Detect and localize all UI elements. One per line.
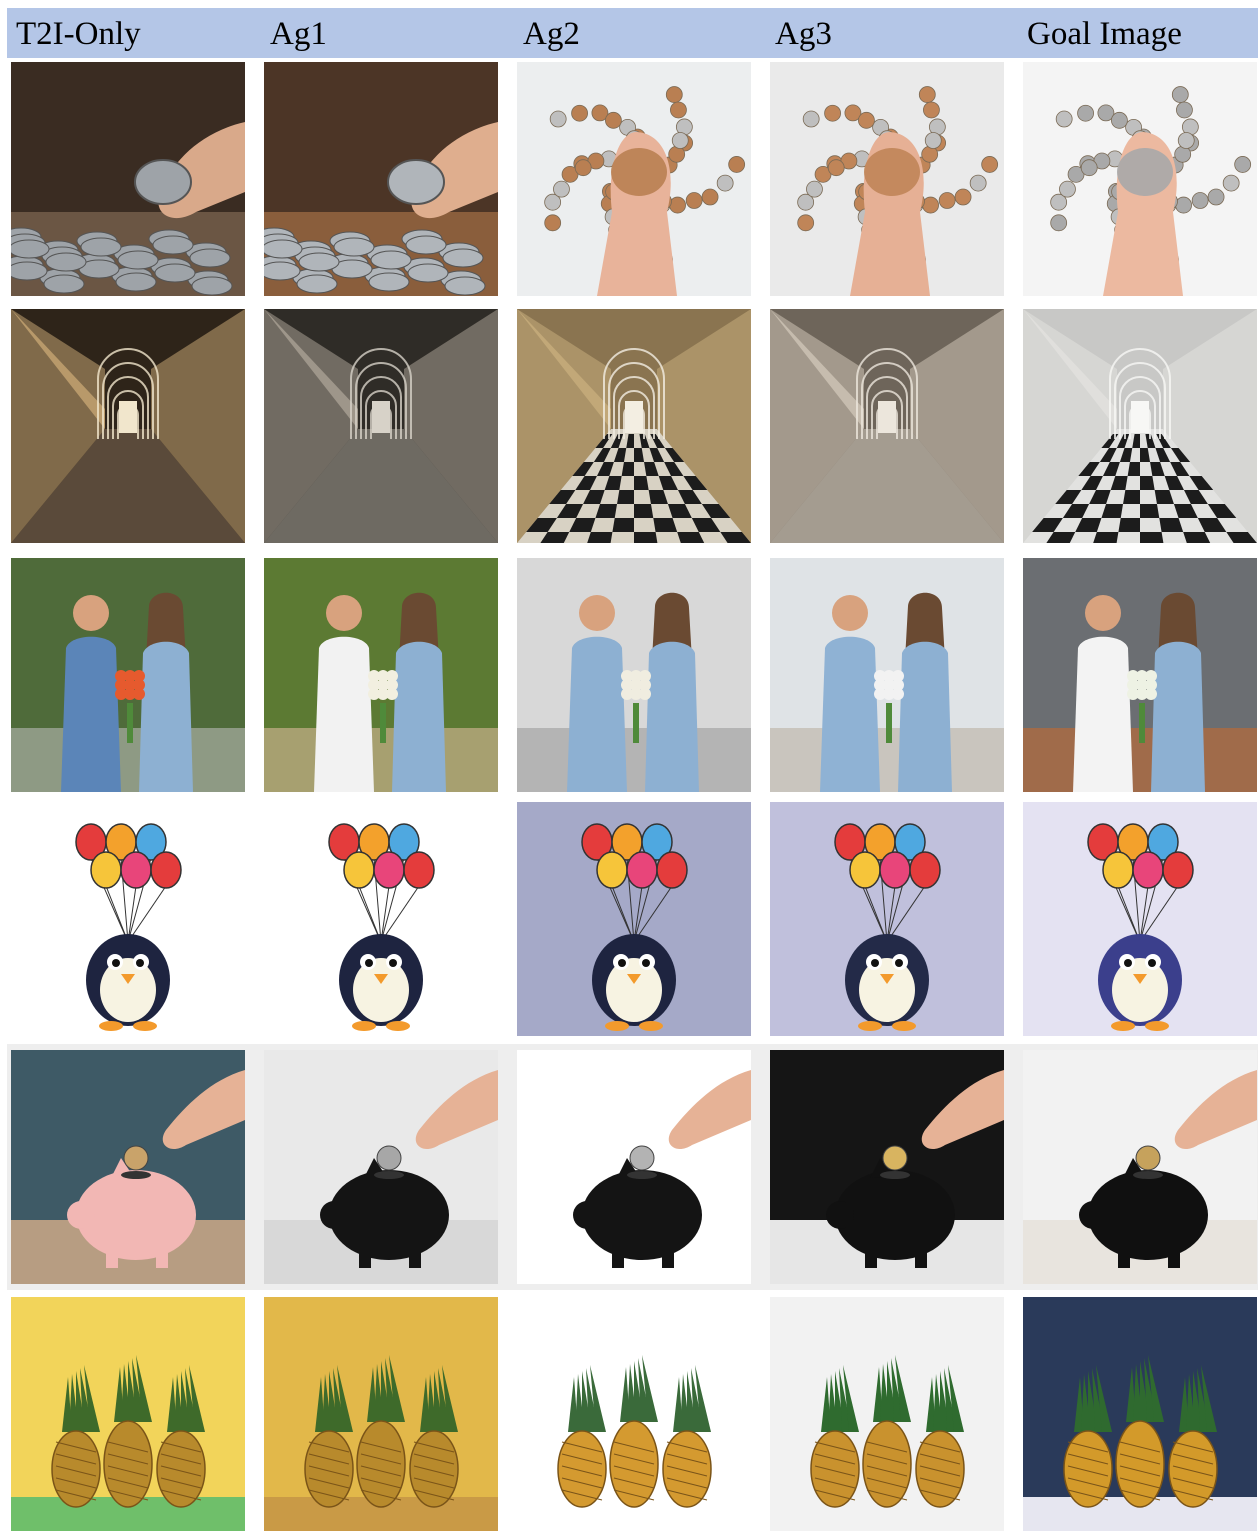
pineapple-party-illustration bbox=[517, 1297, 751, 1531]
pineapple-party-illustration bbox=[770, 1297, 1004, 1531]
pineapple-party-image-1 bbox=[264, 1297, 498, 1531]
pineapple-party-illustration bbox=[1023, 1297, 1257, 1531]
column-header-0: T2I-Only bbox=[16, 16, 141, 52]
penguin-balloons-illustration bbox=[264, 802, 498, 1036]
coins-hand-illustration bbox=[11, 62, 245, 296]
penguin-balloons-illustration bbox=[517, 802, 751, 1036]
couple-flowers-image-1 bbox=[264, 558, 498, 792]
couple-flowers-image-3 bbox=[770, 558, 1004, 792]
coins-hand-image-3 bbox=[770, 62, 1004, 296]
piggy-bank-image-4 bbox=[1023, 1050, 1257, 1284]
penguin-balloons-illustration bbox=[11, 802, 245, 1036]
pineapple-party-illustration bbox=[11, 1297, 245, 1531]
corridor-illustration bbox=[517, 309, 751, 543]
corridor-image-3 bbox=[770, 309, 1004, 543]
penguin-balloons-image-3 bbox=[770, 802, 1004, 1036]
piggy-bank-illustration bbox=[264, 1050, 498, 1284]
corridor-image-0 bbox=[11, 309, 245, 543]
coins-hand-illustration bbox=[517, 62, 751, 296]
corridor-illustration bbox=[11, 309, 245, 543]
penguin-balloons-image-4 bbox=[1023, 802, 1257, 1036]
coins-hand-image-1 bbox=[264, 62, 498, 296]
penguin-balloons-image-0 bbox=[11, 802, 245, 1036]
penguin-balloons-image-2 bbox=[517, 802, 751, 1036]
piggy-bank-image-0 bbox=[11, 1050, 245, 1284]
coins-hand-image-4 bbox=[1023, 62, 1257, 296]
corridor-image-1 bbox=[264, 309, 498, 543]
couple-flowers-illustration bbox=[770, 558, 1004, 792]
coins-hand-image-0 bbox=[11, 62, 245, 296]
couple-flowers-illustration bbox=[517, 558, 751, 792]
pineapple-party-illustration bbox=[264, 1297, 498, 1531]
coins-hand-illustration bbox=[1023, 62, 1257, 296]
penguin-balloons-image-1 bbox=[264, 802, 498, 1036]
corridor-illustration bbox=[264, 309, 498, 543]
coins-hand-illustration bbox=[770, 62, 1004, 296]
pineapple-party-image-2 bbox=[517, 1297, 751, 1531]
piggy-bank-illustration bbox=[770, 1050, 1004, 1284]
pineapple-party-image-4 bbox=[1023, 1297, 1257, 1531]
couple-flowers-image-0 bbox=[11, 558, 245, 792]
piggy-bank-illustration bbox=[1023, 1050, 1257, 1284]
piggy-bank-image-1 bbox=[264, 1050, 498, 1284]
column-header-3: Ag3 bbox=[775, 16, 832, 52]
piggy-bank-illustration bbox=[11, 1050, 245, 1284]
column-header-4: Goal Image bbox=[1027, 16, 1182, 52]
piggy-bank-image-3 bbox=[770, 1050, 1004, 1284]
couple-flowers-image-4 bbox=[1023, 558, 1257, 792]
column-header-1: Ag1 bbox=[270, 16, 327, 52]
penguin-balloons-illustration bbox=[770, 802, 1004, 1036]
penguin-balloons-illustration bbox=[1023, 802, 1257, 1036]
corridor-image-2 bbox=[517, 309, 751, 543]
pineapple-party-image-3 bbox=[770, 1297, 1004, 1531]
corridor-image-4 bbox=[1023, 309, 1257, 543]
piggy-bank-image-2 bbox=[517, 1050, 751, 1284]
coins-hand-image-2 bbox=[517, 62, 751, 296]
couple-flowers-illustration bbox=[1023, 558, 1257, 792]
couple-flowers-illustration bbox=[264, 558, 498, 792]
coins-hand-illustration bbox=[264, 62, 498, 296]
couple-flowers-image-2 bbox=[517, 558, 751, 792]
column-header-2: Ag2 bbox=[523, 16, 580, 52]
couple-flowers-illustration bbox=[11, 558, 245, 792]
corridor-illustration bbox=[1023, 309, 1257, 543]
piggy-bank-illustration bbox=[517, 1050, 751, 1284]
corridor-illustration bbox=[770, 309, 1004, 543]
pineapple-party-image-0 bbox=[11, 1297, 245, 1531]
